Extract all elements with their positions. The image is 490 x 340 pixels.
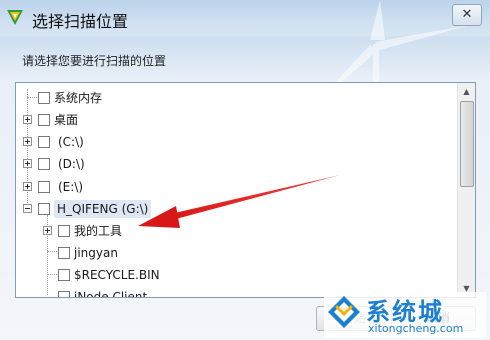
tree-checkbox[interactable] — [58, 269, 70, 281]
expand-icon[interactable] — [23, 159, 32, 168]
tree-item-desktop[interactable]: 桌面 — [16, 111, 456, 129]
tree-checkbox[interactable] — [38, 114, 50, 126]
scroll-up-icon[interactable]: ▲ — [458, 83, 475, 100]
watermark-url: xitongcheng.com — [368, 322, 464, 335]
expand-icon[interactable] — [23, 115, 32, 124]
watermark-logo-icon — [328, 296, 360, 328]
tree-item-memory[interactable]: 系统内存 — [16, 89, 456, 107]
tree-item-jingyan[interactable]: jingyan — [16, 244, 456, 262]
tree-item-label: 我的工具 — [74, 224, 123, 238]
tree-item-drive-d[interactable]: (D:\) — [16, 155, 456, 173]
tree-checkbox[interactable] — [58, 225, 70, 237]
close-button[interactable]: ✕ — [452, 4, 482, 26]
title-bar: 选择扫描位置 ✕ — [0, 0, 490, 110]
tree-item-drive-c[interactable]: (C:\) — [16, 133, 456, 151]
app-logo-icon — [7, 10, 23, 25]
tree-item-label: (C:\) — [58, 135, 84, 149]
tree-checkbox[interactable] — [38, 136, 50, 148]
tree-checkbox[interactable] — [38, 203, 50, 215]
close-icon: ✕ — [461, 7, 473, 22]
tree-item-label: jingyan — [74, 246, 118, 260]
window-title: 选择扫描位置 — [32, 12, 129, 31]
collapse-icon[interactable] — [23, 204, 32, 213]
tree-item-label: $RECYCLE.BIN — [74, 268, 160, 282]
tree-item-drive-e[interactable]: (E:\) — [16, 178, 456, 196]
watermark: 系统城 xitongcheng.com — [324, 292, 486, 338]
expand-icon[interactable] — [43, 226, 52, 235]
tree-scrollbar[interactable]: ▲ ▼ — [457, 83, 475, 297]
scan-location-tree[interactable]: 系统内存 桌面 (C:\) (D:\) (E:\) H_QIFENG (G:\) — [15, 82, 476, 298]
tree-item-label: (E:\) — [58, 180, 84, 194]
tree-item-label: H_QIFENG (G:\) — [54, 200, 152, 218]
scan-location-prompt: 请选择您要进行扫描的位置 — [22, 54, 167, 68]
tree-item-label: 桌面 — [54, 113, 79, 127]
tree-item-label: 系统内存 — [54, 91, 103, 105]
tree-item-label: (D:\) — [58, 157, 85, 171]
tree-item-my-tools[interactable]: 我的工具 — [16, 222, 456, 240]
tree-checkbox[interactable] — [38, 181, 50, 193]
tree-checkbox[interactable] — [38, 158, 50, 170]
tree-checkbox[interactable] — [38, 92, 50, 104]
tree-checkbox[interactable] — [58, 291, 70, 297]
tree-item-label: iNode Client — [74, 290, 148, 298]
tree-item-recycle-bin[interactable]: $RECYCLE.BIN — [16, 266, 456, 284]
tree-checkbox[interactable] — [58, 247, 70, 259]
scroll-thumb[interactable] — [460, 101, 474, 187]
select-scan-location-dialog: 选择扫描位置 ✕ 请选择您要进行扫描的位置 系统内存 桌面 (C:\) (D:\… — [0, 0, 490, 340]
tree-item-drive-g[interactable]: H_QIFENG (G:\) — [16, 200, 456, 218]
expand-icon[interactable] — [23, 137, 32, 146]
expand-icon[interactable] — [23, 182, 32, 191]
